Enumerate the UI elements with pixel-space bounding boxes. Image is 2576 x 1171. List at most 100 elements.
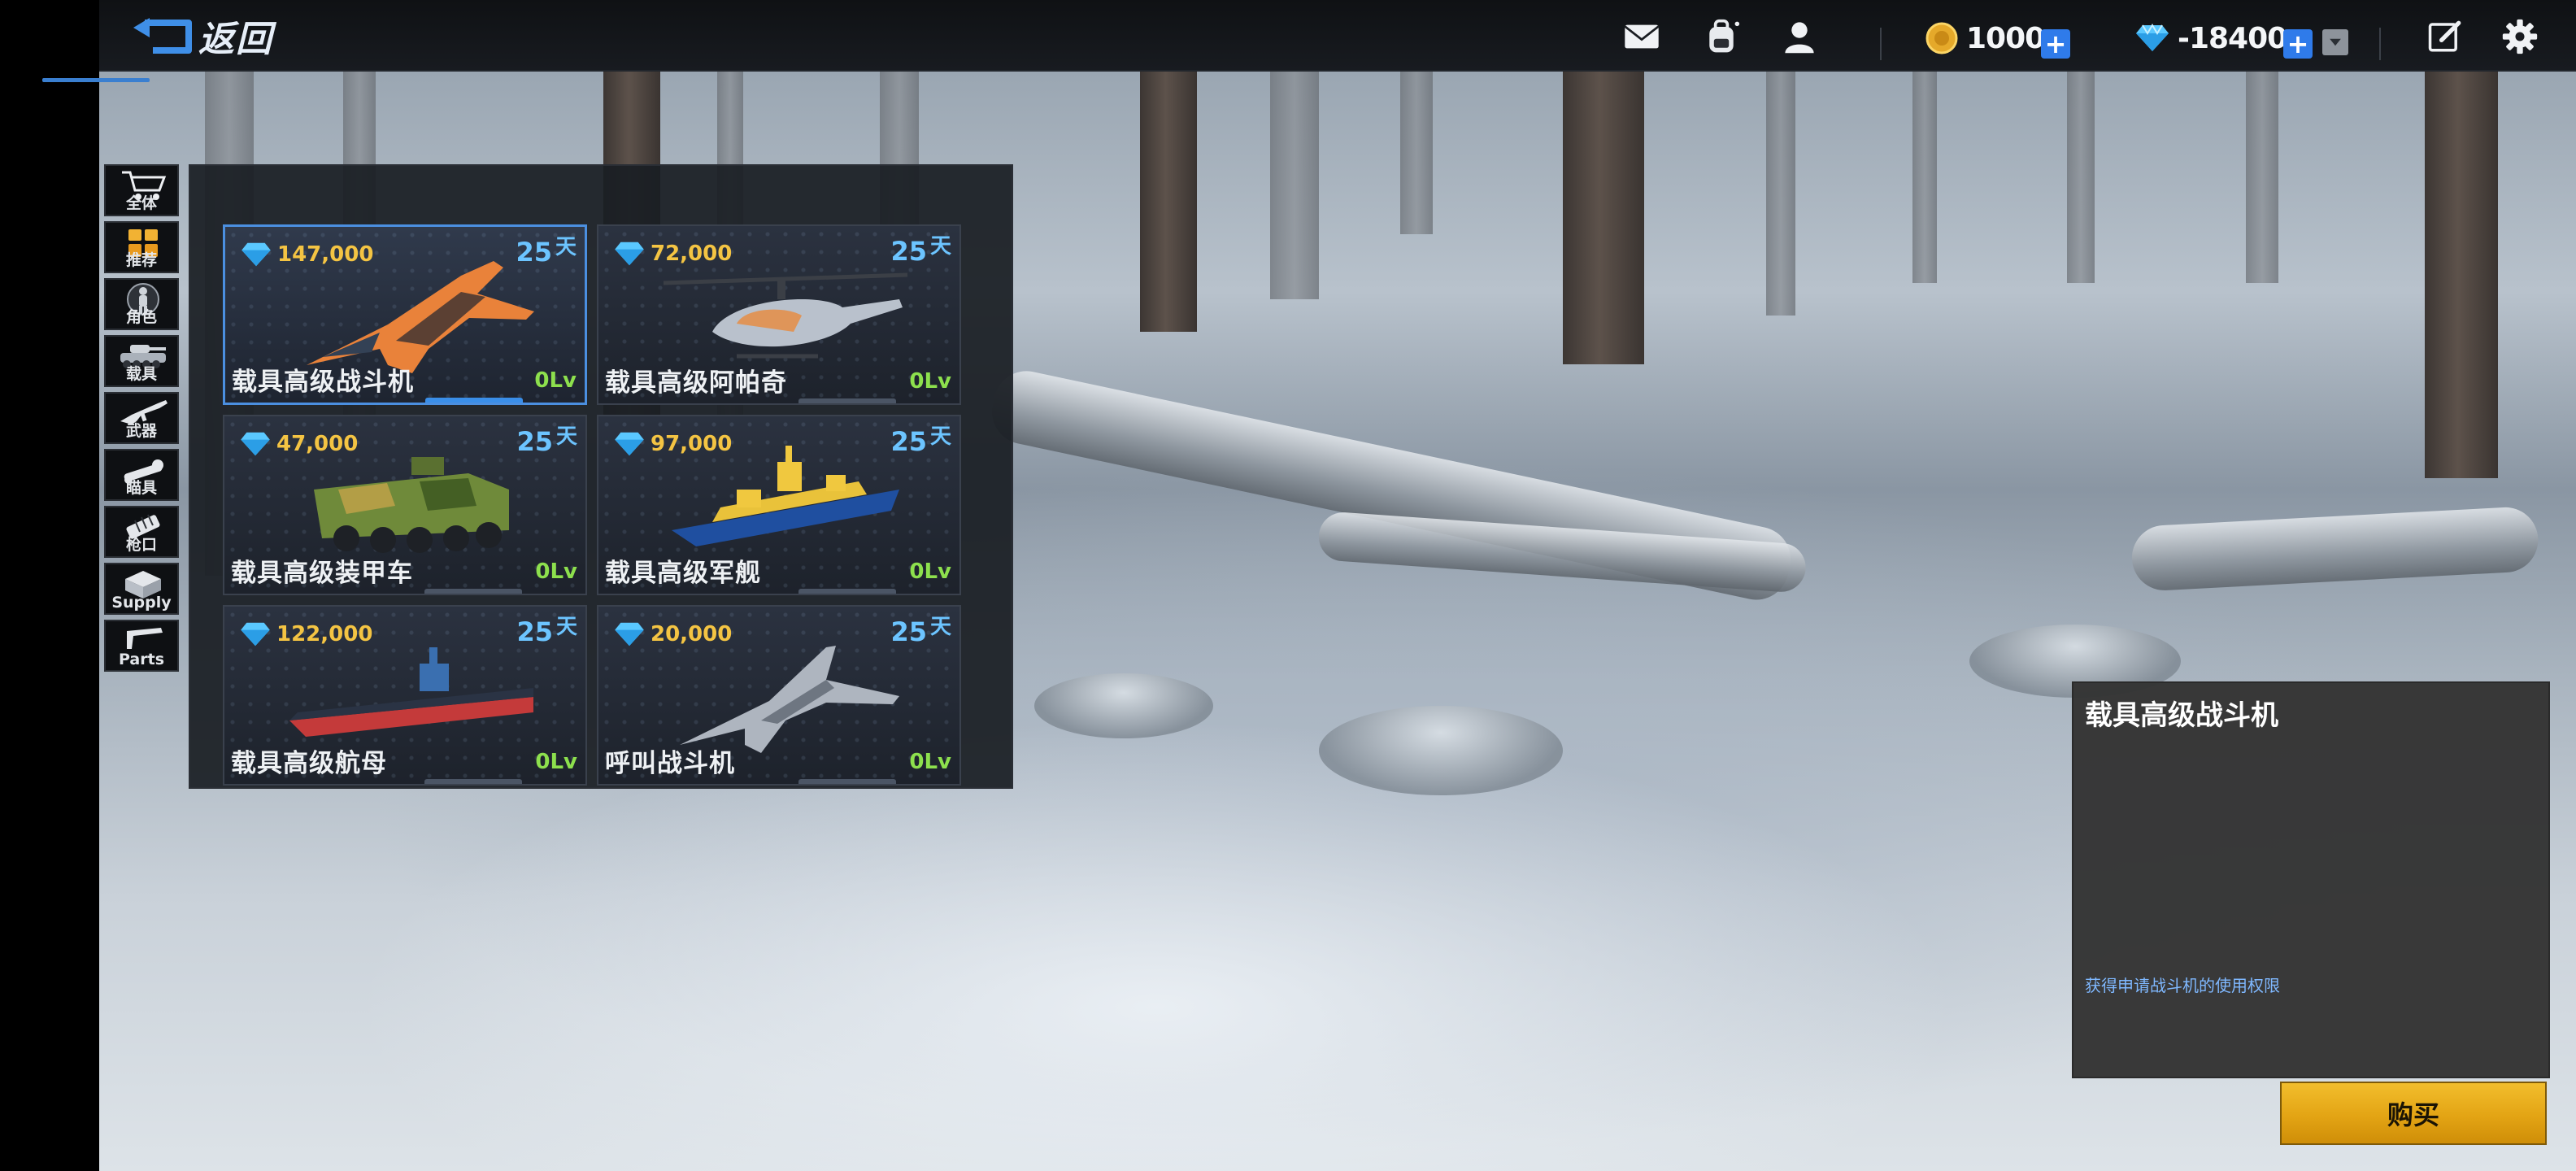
profile-button[interactable] <box>1779 16 1820 57</box>
item-level: 0Lv <box>535 750 577 774</box>
duration-days: 25 <box>890 236 927 267</box>
gear-icon <box>2502 19 2538 54</box>
sidebar-item-supply[interactable]: Supply <box>104 563 179 615</box>
duration-unit: 天 <box>929 424 951 449</box>
mail-button[interactable] <box>1621 16 1662 57</box>
selection-indicator <box>425 398 523 403</box>
sidebar-item-vehicle[interactable]: 载具 <box>104 335 179 387</box>
diamond-icon <box>242 242 271 267</box>
currency-dropdown-button[interactable] <box>2322 29 2348 55</box>
settings-button[interactable] <box>2500 16 2540 57</box>
price-value: 47,000 <box>276 432 359 456</box>
backpack-button[interactable] <box>1701 16 1742 57</box>
sidebar-item-label: Parts <box>119 651 164 668</box>
duration-days: 25 <box>890 616 927 647</box>
price-tag: 97,000 <box>615 431 732 457</box>
item-detail-panel: 载具高级战斗机 获得申请战斗机的使用权限 <box>2072 681 2550 1078</box>
shop-item-card[interactable]: 20,000 25 天 呼叫战斗机 0Lv <box>597 605 961 786</box>
shop-item-card[interactable]: 72,000 25 天 载具高级阿帕奇 0Lv <box>597 224 961 405</box>
price-value: 72,000 <box>651 242 733 266</box>
duration-unit: 天 <box>555 235 577 259</box>
duration-days: 25 <box>516 237 552 268</box>
backpack-icon <box>1709 19 1740 53</box>
back-arrow-icon <box>133 18 192 54</box>
add-diamonds-button[interactable]: + <box>2283 29 2313 59</box>
user-icon <box>1785 22 1814 54</box>
duration-days: 25 <box>890 426 927 457</box>
diamond-icon <box>615 622 644 646</box>
price-value: 122,000 <box>276 622 373 646</box>
price-tag: 47,000 <box>241 431 358 457</box>
item-name: 载具高级军舰 <box>605 559 761 588</box>
item-level: 0Lv <box>909 559 951 584</box>
diamond-icon <box>241 622 270 646</box>
back-button[interactable]: 返回 <box>128 11 307 60</box>
sidebar-item-recommend[interactable]: 推荐 <box>104 221 179 273</box>
sidebar-item-muzzle[interactable]: 枪口 <box>104 506 179 558</box>
duration-unit: 天 <box>555 615 577 639</box>
selection-indicator <box>798 589 896 594</box>
sidebar-item-label: Supply <box>111 594 172 612</box>
sidebar-item-label: 角色 <box>125 308 157 326</box>
plus-icon: + <box>2044 28 2067 59</box>
price-tag: 20,000 <box>615 621 732 647</box>
detail-title: 载具高级战斗机 <box>2085 699 2278 732</box>
gold-coin-icon <box>1925 22 1958 54</box>
selection-indicator <box>424 589 522 594</box>
sidebar-item-all[interactable]: 全体 <box>104 164 179 216</box>
item-level: 0Lv <box>534 368 577 393</box>
back-underline <box>42 78 150 82</box>
sidebar-item-label: 瞄具 <box>125 479 157 497</box>
sidebar-item-label: 武器 <box>125 422 157 440</box>
item-name: 载具高级战斗机 <box>232 368 414 397</box>
item-level: 0Lv <box>535 559 577 584</box>
sidebar-item-label: 枪口 <box>125 536 157 554</box>
item-name: 呼叫战斗机 <box>605 749 735 778</box>
chevron-down-icon <box>2330 38 2341 46</box>
price-tag: 72,000 <box>615 241 732 267</box>
duration-unit: 天 <box>929 615 951 639</box>
shop-item-card[interactable]: 147,000 25 天 载具高级战斗机 0Lv <box>223 224 587 405</box>
selection-indicator <box>424 779 522 784</box>
item-level: 0Lv <box>909 750 951 774</box>
duration-days: 25 <box>516 426 553 457</box>
item-name: 载具高级阿帕奇 <box>605 368 787 398</box>
item-name: 载具高级航母 <box>231 749 387 778</box>
price-value: 20,000 <box>651 622 733 646</box>
divider <box>1880 28 1882 60</box>
shop-item-card[interactable]: 97,000 25 天 载具高级军舰 0Lv <box>597 415 961 595</box>
top-bar: 返回 1000 + -18400 + <box>99 0 2576 72</box>
sidebar-item-label: 全体 <box>125 194 157 212</box>
buy-label: 购买 <box>2387 1099 2439 1130</box>
add-coins-button[interactable]: + <box>2041 29 2070 59</box>
diamond-value: -18400 <box>2178 21 2287 55</box>
sidebar-item-label: 推荐 <box>125 251 157 269</box>
sidebar-item-character[interactable]: 角色 <box>104 278 179 330</box>
plus-icon: + <box>2287 28 2309 59</box>
selection-indicator <box>798 398 896 403</box>
edit-button[interactable] <box>2425 16 2465 57</box>
back-label: 返回 <box>198 19 273 60</box>
sidebar-item-parts[interactable]: Parts <box>104 620 179 672</box>
item-level: 0Lv <box>909 369 951 394</box>
diamond-icon <box>615 432 644 456</box>
price-tag: 122,000 <box>241 621 372 647</box>
price-value: 147,000 <box>277 242 374 267</box>
diamond-icon <box>2136 24 2169 51</box>
coin-value: 1000 <box>1966 21 2045 55</box>
price-tag: 147,000 <box>242 242 373 268</box>
diamond-icon <box>241 432 270 456</box>
diamond-icon <box>615 242 644 266</box>
divider <box>2379 28 2381 60</box>
shop-item-card[interactable]: 47,000 25 天 载具高级装甲车 0Lv <box>223 415 587 595</box>
buy-button[interactable]: 购买 <box>2280 1082 2547 1145</box>
duration-unit: 天 <box>555 424 577 449</box>
edit-icon <box>2428 20 2461 52</box>
shop-item-card[interactable]: 122,000 25 天 载具高级航母 0Lv <box>223 605 587 786</box>
detail-description: 获得申请战斗机的使用权限 <box>2085 976 2280 995</box>
selection-indicator <box>798 779 896 784</box>
shop-grid: 147,000 25 天 载具高级战斗机 0Lv 72,000 25 天 载具高… <box>189 164 1013 789</box>
sidebar-item-scope[interactable]: 瞄具 <box>104 449 179 501</box>
sidebar-item-weapon[interactable]: 武器 <box>104 392 179 444</box>
sidebar-item-label: 载具 <box>125 365 157 383</box>
